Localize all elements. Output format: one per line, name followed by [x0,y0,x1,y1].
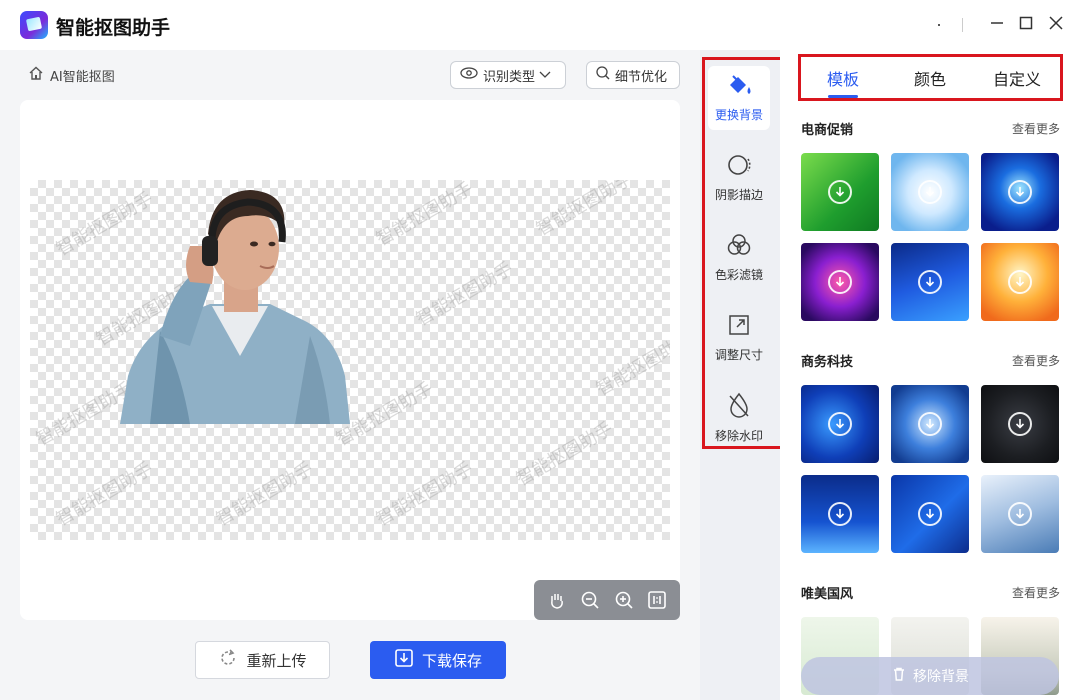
template-thumb[interactable] [981,385,1059,463]
recognize-type-label: 识别类型 [483,69,536,85]
watermark-text: 智能抠图助手 [412,258,517,331]
refresh-icon [218,648,238,672]
template-thumb[interactable] [981,475,1059,553]
reupload-button[interactable]: 重新上传 [195,641,330,679]
template-thumb[interactable] [891,243,969,321]
watermark-text: 智能抠图助手 [52,458,157,531]
download-icon [1008,502,1032,526]
menu-dot-icon[interactable] [938,24,940,26]
download-icon [394,648,414,672]
recognize-type-dropdown[interactable]: 识别类型 [450,61,566,89]
detail-optimize-label: 细节优化 [615,69,668,85]
download-save-button[interactable]: 下载保存 [370,641,506,679]
maximize-icon[interactable] [1015,14,1037,36]
template-thumb[interactable] [891,153,969,231]
template-thumb[interactable] [891,475,969,553]
home-icon [28,65,44,85]
download-icon [828,502,852,526]
app-logo-icon [20,11,48,39]
tabs-highlight-frame [798,54,1063,101]
download-icon [1008,412,1032,436]
download-icon [918,180,942,204]
breadcrumb[interactable]: AI智能抠图 [28,65,115,85]
hand-pan-icon[interactable] [545,588,569,612]
template-thumb[interactable] [801,243,879,321]
download-icon [828,412,852,436]
remove-background-label: 移除背景 [913,669,969,685]
template-panel [780,50,1080,700]
detail-optimize-button[interactable]: 细节优化 [586,61,680,89]
watermark-text: 智能抠图助手 [372,180,477,251]
reupload-label: 重新上传 [246,651,307,670]
template-thumb[interactable] [801,385,879,463]
view-more-ecommerce[interactable]: 查看更多 [1012,120,1060,137]
download-icon [918,412,942,436]
transparent-canvas[interactable]: 智能抠图助手 智能抠图助手 智能抠图助手 智能抠图助手 智能抠图助手 智能抠图助… [30,180,670,540]
download-icon [918,270,942,294]
template-thumb[interactable] [981,153,1059,231]
download-icon [828,270,852,294]
cutout-person-image [120,190,350,424]
rail-highlight-frame [702,57,784,449]
template-thumb[interactable] [891,385,969,463]
section-title-business-tech: 商务科技 [801,355,854,370]
download-icon [1008,270,1032,294]
minimize-icon[interactable] [986,14,1008,36]
download-icon [828,180,852,204]
app-title: 智能抠图助手 [56,17,171,39]
watermark-text: 智能抠图助手 [372,458,477,531]
download-icon [918,502,942,526]
watermark-text: 智能抠图助手 [532,180,637,241]
zoom-out-icon[interactable] [578,588,602,612]
view-more-chinese-style[interactable]: 查看更多 [1012,584,1060,601]
section-title-ecommerce: 电商促销 [801,123,854,138]
magnifier-icon [595,65,611,85]
title-bar: 智能抠图助手 [0,0,1080,50]
chevron-down-icon [539,68,551,83]
actual-size-icon[interactable] [645,588,669,612]
watermark-text: 智能抠图助手 [592,328,670,401]
divider [962,18,963,32]
watermark-text: 智能抠图助手 [212,458,317,531]
close-icon[interactable] [1045,14,1067,36]
download-save-label: 下载保存 [421,651,482,670]
trash-icon [891,666,907,686]
remove-background-button[interactable]: 移除背景 [801,657,1059,695]
zoom-toolbar [534,580,680,620]
template-thumb[interactable] [801,153,879,231]
section-title-chinese-style: 唯美国风 [801,587,854,602]
template-thumb[interactable] [801,475,879,553]
template-thumb[interactable] [981,243,1059,321]
download-icon [1008,180,1032,204]
eye-icon [459,66,479,84]
breadcrumb-label: AI智能抠图 [50,69,115,85]
zoom-in-icon[interactable] [612,588,636,612]
view-more-business-tech[interactable]: 查看更多 [1012,352,1060,369]
watermark-text: 智能抠图助手 [512,418,617,491]
